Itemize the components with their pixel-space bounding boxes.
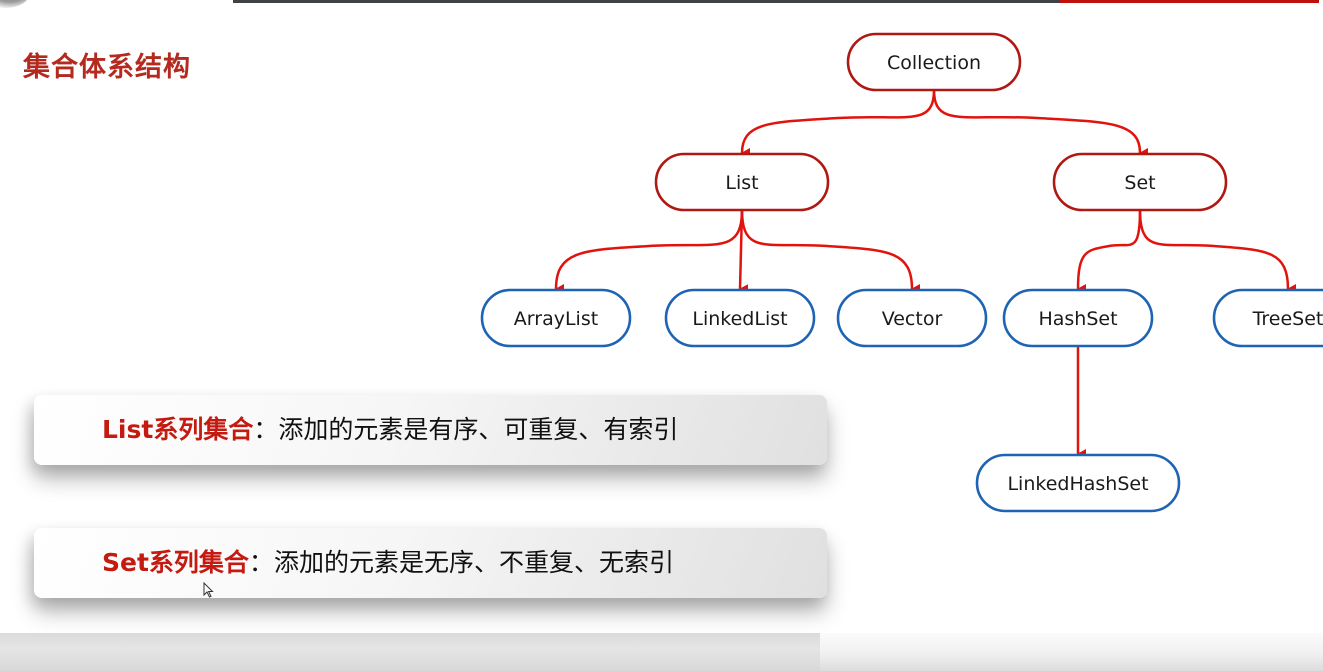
set-info-accent: Set系列集合 xyxy=(102,548,249,577)
node-treeset-label: TreeSet xyxy=(1252,308,1323,330)
edge-set-to-treeset xyxy=(1138,209,1297,294)
node-arraylist-label: ArrayList xyxy=(514,308,598,330)
node-hashset-label: HashSet xyxy=(1038,308,1117,330)
node-collection-label: Collection xyxy=(887,52,981,74)
node-linkedhashset: LinkedHashSet xyxy=(975,453,1181,513)
bottom-band-highlight xyxy=(820,633,1323,671)
node-list-label: List xyxy=(725,172,758,194)
edge-list-to-arraylist xyxy=(554,209,744,295)
node-set-label: Set xyxy=(1124,172,1155,194)
node-hashset: HashSet xyxy=(1002,288,1154,348)
list-info-description: 添加的元素是有序、可重复、有索引 xyxy=(278,415,679,444)
edge-list-to-vector xyxy=(740,209,921,294)
mouse-cursor-icon xyxy=(203,582,214,598)
set-info-text: Set系列集合：添加的元素是无序、不重复、无索引 xyxy=(102,528,674,598)
node-linkedhashset-label: LinkedHashSet xyxy=(1007,473,1148,495)
list-info-separator: ： xyxy=(253,415,279,444)
set-info-separator: ： xyxy=(248,548,274,577)
node-arraylist: ArrayList xyxy=(480,288,632,348)
list-info-card: List系列集合：添加的元素是有序、可重复、有索引 xyxy=(34,395,827,465)
node-vector: Vector xyxy=(836,288,988,348)
node-collection: Collection xyxy=(846,32,1022,92)
edge-collection-to-set xyxy=(932,89,1149,158)
slide: 集合体系结构 Collection List Set ArrayList LinkedL… xyxy=(0,0,1323,671)
node-vector-label: Vector xyxy=(882,308,943,330)
node-linkedlist-label: LinkedList xyxy=(692,308,787,330)
edge-collection-to-list xyxy=(740,89,936,159)
list-info-accent: List系列集合 xyxy=(102,415,254,444)
set-info-card: Set系列集合：添加的元素是无序、不重复、无索引 xyxy=(34,528,827,598)
edge-set-to-hashset xyxy=(1076,209,1142,295)
set-info-description: 添加的元素是无序、不重复、无索引 xyxy=(273,548,674,577)
node-set: Set xyxy=(1052,152,1228,212)
node-list: List xyxy=(654,152,830,212)
node-linkedlist: LinkedList xyxy=(664,288,816,348)
node-treeset: TreeSet xyxy=(1212,288,1323,348)
list-info-text: List系列集合：添加的元素是有序、可重复、有索引 xyxy=(102,395,678,465)
